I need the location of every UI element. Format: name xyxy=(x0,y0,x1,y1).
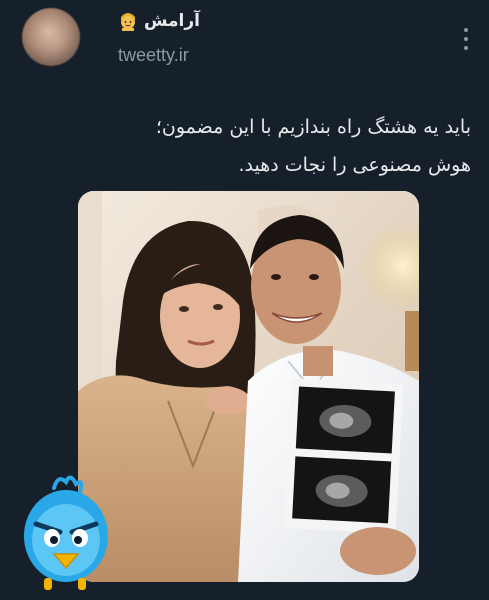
angry-blue-bird-icon xyxy=(24,475,108,590)
ultrasound-print xyxy=(283,378,404,534)
author-avatar[interactable] xyxy=(22,8,80,66)
tweet-text-line-2: هوش مصنوعی را نجات دهید. xyxy=(238,154,471,176)
more-options-icon[interactable] xyxy=(461,28,471,50)
blond-person-emoji-icon xyxy=(121,13,135,31)
photo-illustration xyxy=(78,191,419,582)
author-handle[interactable]: tweetty.ir xyxy=(118,45,189,66)
tweet-card: آرامش tweetty.ir باید یه هشتگ راه بندازی… xyxy=(0,0,489,600)
author-display-name: آرامش xyxy=(144,11,200,31)
tweet-text-line-1: باید یه هشتگ راه بندازیم با این مضمون؛ xyxy=(155,116,471,138)
tweet-text: باید یه هشتگ راه بندازیم با این مضمون؛ ه… xyxy=(31,108,471,184)
author-name-row[interactable]: آرامش xyxy=(118,9,200,33)
tweet-photo[interactable] xyxy=(78,191,419,582)
